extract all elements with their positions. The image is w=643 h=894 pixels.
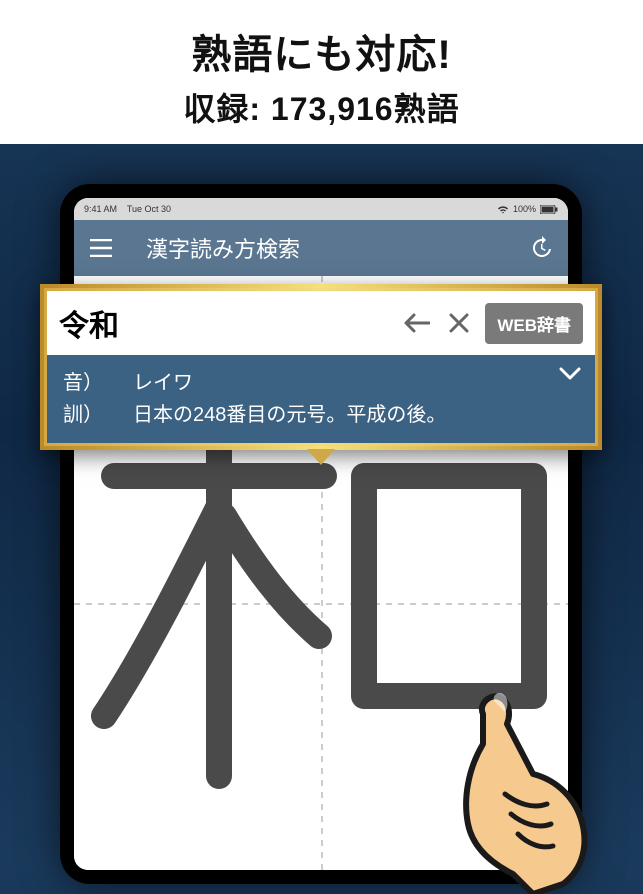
reading-result-panel[interactable]: 音） レイワ 訓） 日本の248番目の元号。平成の後。 bbox=[47, 355, 595, 443]
app-header: 漢字読み方検索 bbox=[74, 220, 568, 276]
pointing-finger-icon bbox=[423, 684, 603, 894]
status-battery: 100% bbox=[513, 204, 536, 214]
history-icon bbox=[529, 236, 553, 260]
search-row: 令和 WEB辞書 bbox=[47, 291, 595, 355]
chevron-down-icon bbox=[559, 367, 581, 381]
back-button[interactable] bbox=[401, 307, 433, 339]
app-title: 漢字読み方検索 bbox=[128, 232, 514, 264]
status-bar: 9:41 AM Tue Oct 30 100% bbox=[74, 198, 568, 220]
clear-button[interactable] bbox=[443, 307, 475, 339]
menu-icon bbox=[90, 239, 112, 257]
battery-icon bbox=[540, 205, 558, 214]
menu-button[interactable] bbox=[88, 235, 114, 261]
promo-header: 熟語にも対応! 収録: 173,916熟語 bbox=[0, 0, 643, 144]
wifi-icon bbox=[497, 205, 509, 214]
history-button[interactable] bbox=[528, 235, 554, 261]
search-query[interactable]: 令和 bbox=[59, 301, 391, 345]
close-icon bbox=[449, 313, 469, 333]
expand-button[interactable] bbox=[559, 367, 581, 386]
result-callout: 令和 WEB辞書 音） レイワ 訓） 日本の248番目の元号。平成の後。 bbox=[40, 284, 602, 466]
kun-reading-value: 日本の248番目の元号。平成の後。 bbox=[133, 399, 579, 431]
on-reading-value: レイワ bbox=[133, 367, 579, 399]
promo-subtitle: 収録: 173,916熟語 bbox=[0, 84, 643, 130]
arrow-left-icon bbox=[404, 313, 430, 333]
callout-pointer bbox=[307, 449, 335, 465]
status-time: 9:41 AM bbox=[84, 204, 117, 214]
kun-reading-label: 訓） bbox=[63, 399, 133, 431]
web-dictionary-button[interactable]: WEB辞書 bbox=[485, 303, 583, 344]
status-date: Tue Oct 30 bbox=[127, 204, 171, 214]
promo-title: 熟語にも対応! bbox=[0, 22, 643, 80]
on-reading-label: 音） bbox=[63, 367, 133, 399]
